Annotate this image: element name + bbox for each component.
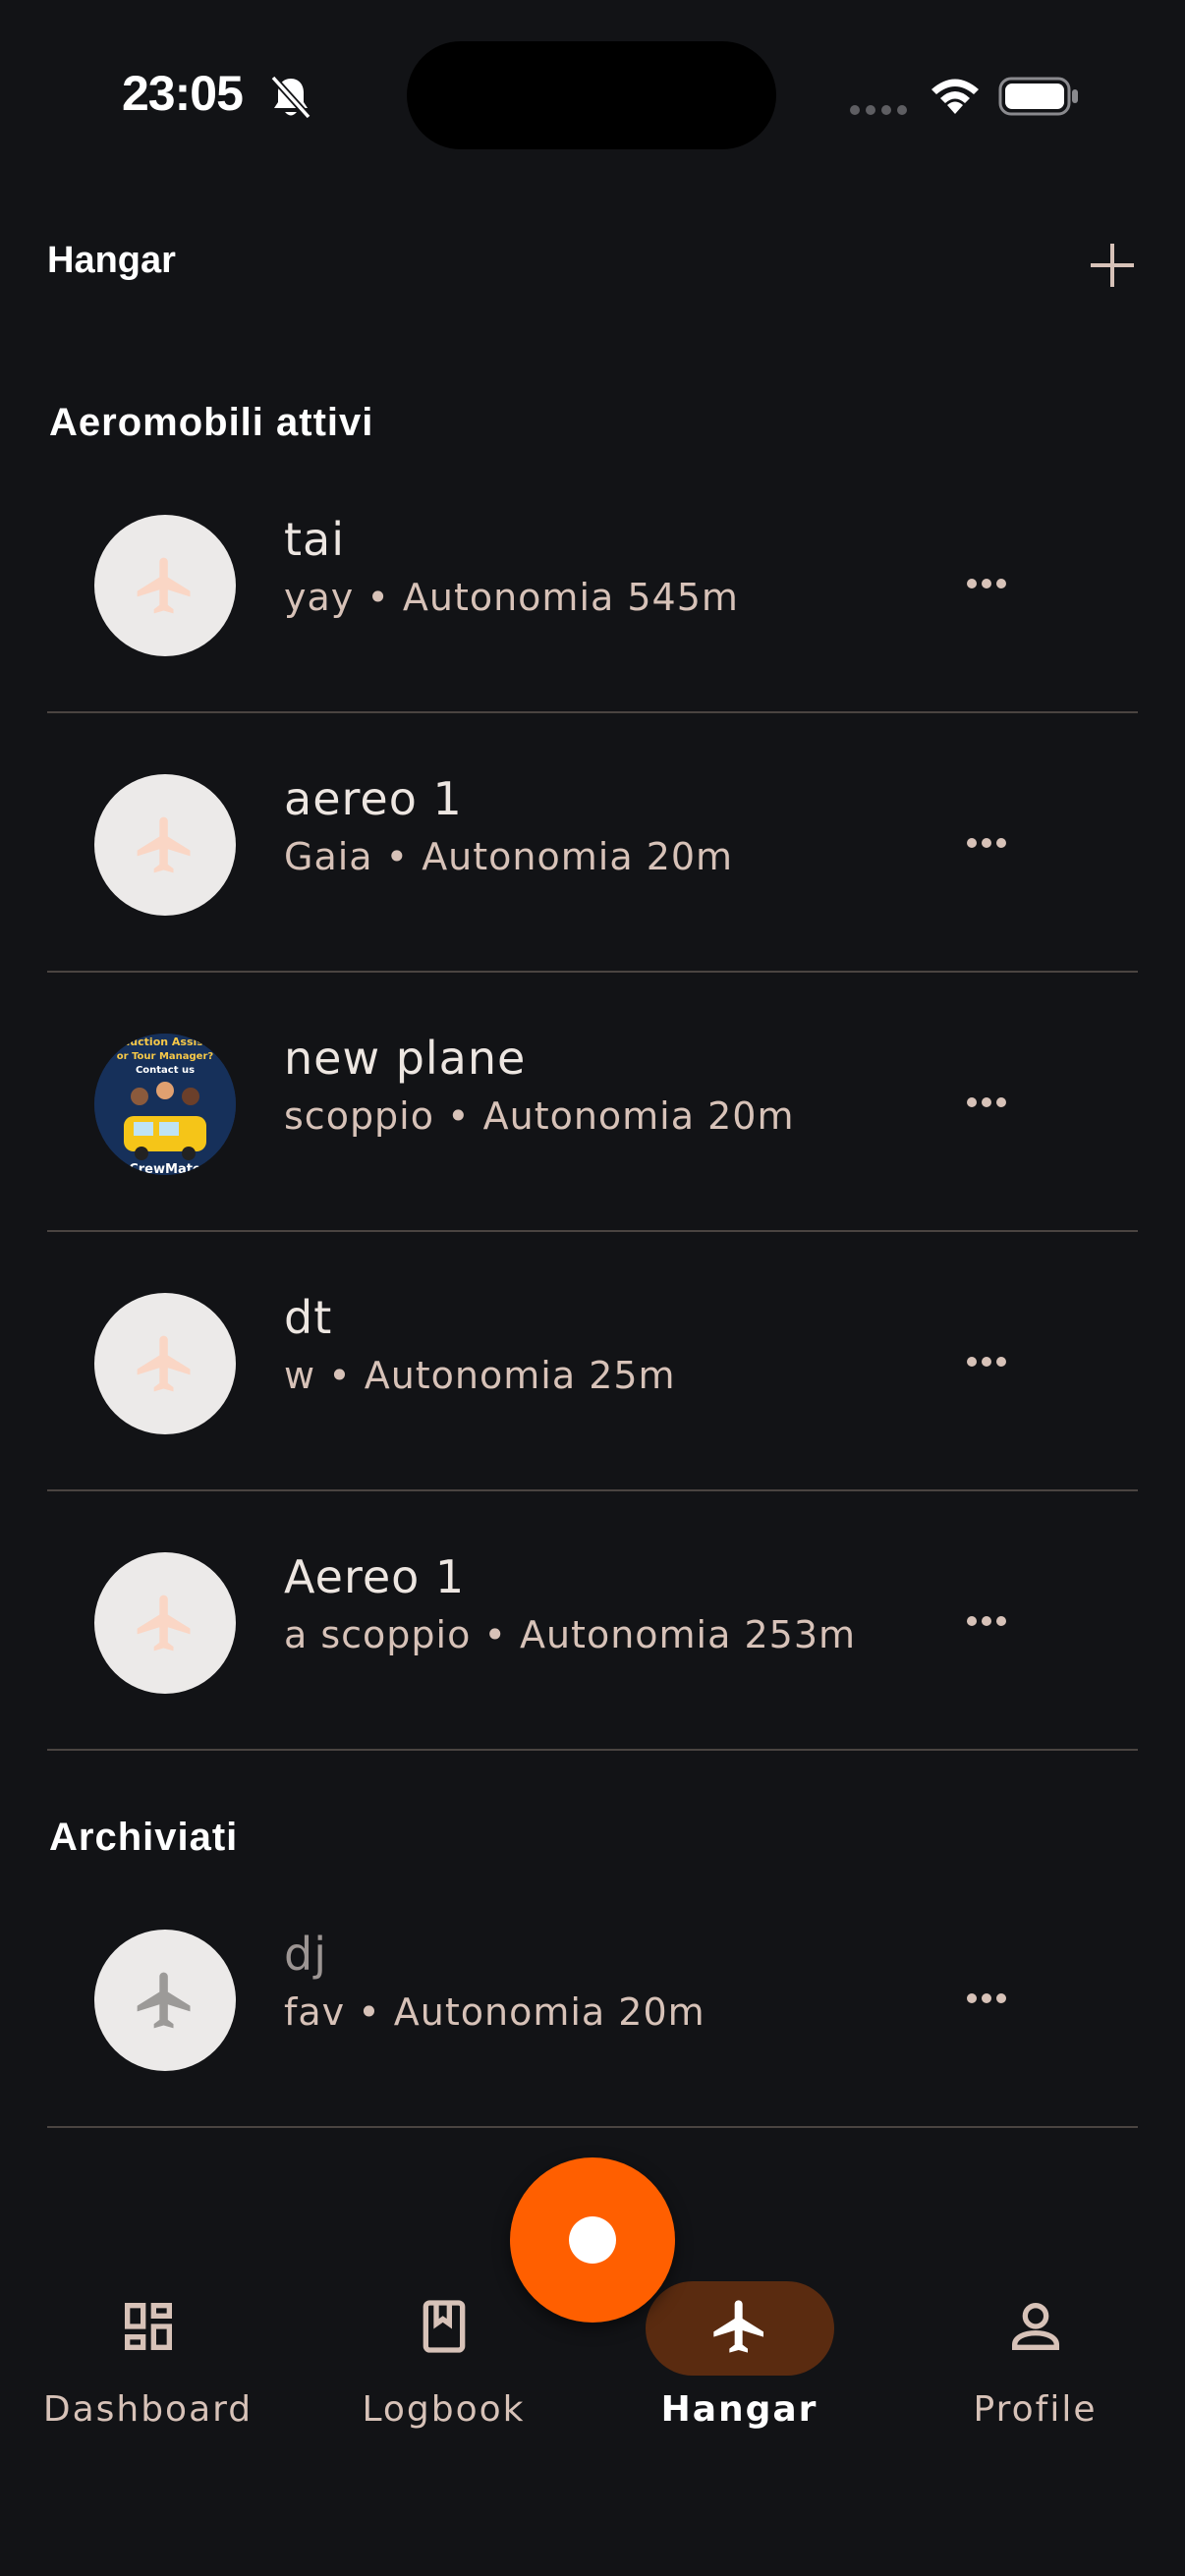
aircraft-name: dt <box>284 1291 333 1344</box>
bell-off-icon <box>270 75 311 120</box>
aircraft-row[interactable]: tai yay • Autonomia 545m <box>47 454 1138 713</box>
archived-aircraft-row[interactable]: dj fav • Autonomia 20m <box>47 1869 1138 2128</box>
section-title-archived: Archiviati <box>49 1816 239 1859</box>
aircraft-details: w • Autonomia 25m <box>284 1354 676 1397</box>
more-options-icon[interactable] <box>967 823 1026 863</box>
more-options-icon[interactable] <box>967 1083 1026 1122</box>
more-options-icon[interactable] <box>967 1979 1026 2018</box>
status-time: 23:05 <box>122 66 244 121</box>
section-title-active: Aeromobili attivi <box>49 401 374 444</box>
aircraft-avatar <box>94 1930 236 2071</box>
nav-label: Dashboard <box>42 2389 254 2430</box>
aircraft-photo: Production Assistant or Tour Manager? Co… <box>94 1034 236 1175</box>
aircraft-details: a scoppio • Autonomia 253m <box>284 1613 857 1656</box>
nav-label: Hangar <box>660 2389 818 2430</box>
aircraft-name: aereo 1 <box>284 772 463 825</box>
aircraft-avatar <box>94 515 236 656</box>
record-icon <box>569 2216 616 2264</box>
book-icon <box>423 2300 465 2353</box>
aircraft-avatar <box>94 774 236 916</box>
aircraft-details: fav • Autonomia 20m <box>284 1990 705 2034</box>
plus-icon[interactable] <box>1087 240 1138 291</box>
aircraft-details: yay • Autonomia 545m <box>284 576 739 619</box>
svg-text:Production Assistant: Production Assistant <box>101 1036 228 1048</box>
aircraft-photo-image: Production Assistant or Tour Manager? Co… <box>94 1034 236 1175</box>
aircraft-row[interactable]: Aereo 1 a scoppio • Autonomia 253m <box>47 1491 1138 1751</box>
aircraft-name: Aereo 1 <box>284 1550 466 1603</box>
aircraft-row[interactable]: dt w • Autonomia 25m <box>47 1232 1138 1491</box>
more-options-icon[interactable] <box>967 1601 1026 1641</box>
dynamic-island <box>407 41 776 149</box>
aircraft-avatar <box>94 1552 236 1694</box>
nav-item-dashboard[interactable]: Dashboard <box>0 2260 296 2456</box>
aircraft-details: scoppio • Autonomia 20m <box>284 1094 795 1138</box>
airplane-icon <box>137 1595 191 1652</box>
svg-text:Contact us: Contact us <box>136 1065 195 1076</box>
aircraft-row[interactable]: Production Assistant or Tour Manager? Co… <box>47 973 1138 1232</box>
person-icon <box>1011 2303 1059 2350</box>
svg-text:or Tour Manager?: or Tour Manager? <box>117 1051 214 1062</box>
aircraft-name: tai <box>284 513 346 566</box>
nav-item-profile[interactable]: Profile <box>887 2260 1183 2456</box>
page-title: Hangar <box>47 240 176 281</box>
aircraft-row[interactable]: aereo 1 Gaia • Autonomia 20m <box>47 713 1138 973</box>
wifi-icon <box>931 79 979 114</box>
airplane-icon <box>712 2300 763 2353</box>
dashboard-icon <box>124 2303 172 2350</box>
aircraft-name: new plane <box>284 1032 527 1085</box>
aircraft-avatar <box>94 1293 236 1434</box>
status-bar: 23:05 <box>0 0 1185 187</box>
aircraft-name: dj <box>284 1928 327 1981</box>
more-options-icon[interactable] <box>967 564 1026 603</box>
airplane-icon <box>137 1972 191 2029</box>
aircraft-details: Gaia • Autonomia 20m <box>284 835 734 878</box>
airplane-icon <box>137 1335 191 1392</box>
record-button[interactable] <box>510 2157 675 2323</box>
airplane-icon <box>137 557 191 614</box>
more-options-icon[interactable] <box>967 1342 1026 1381</box>
airplane-icon <box>137 816 191 873</box>
battery-icon <box>998 77 1078 116</box>
svg-text:CrewMate: CrewMate <box>129 1162 201 1175</box>
nav-label: Logbook <box>362 2389 526 2430</box>
nav-label: Profile <box>973 2389 1098 2430</box>
cellular-signal-icon <box>850 105 907 115</box>
